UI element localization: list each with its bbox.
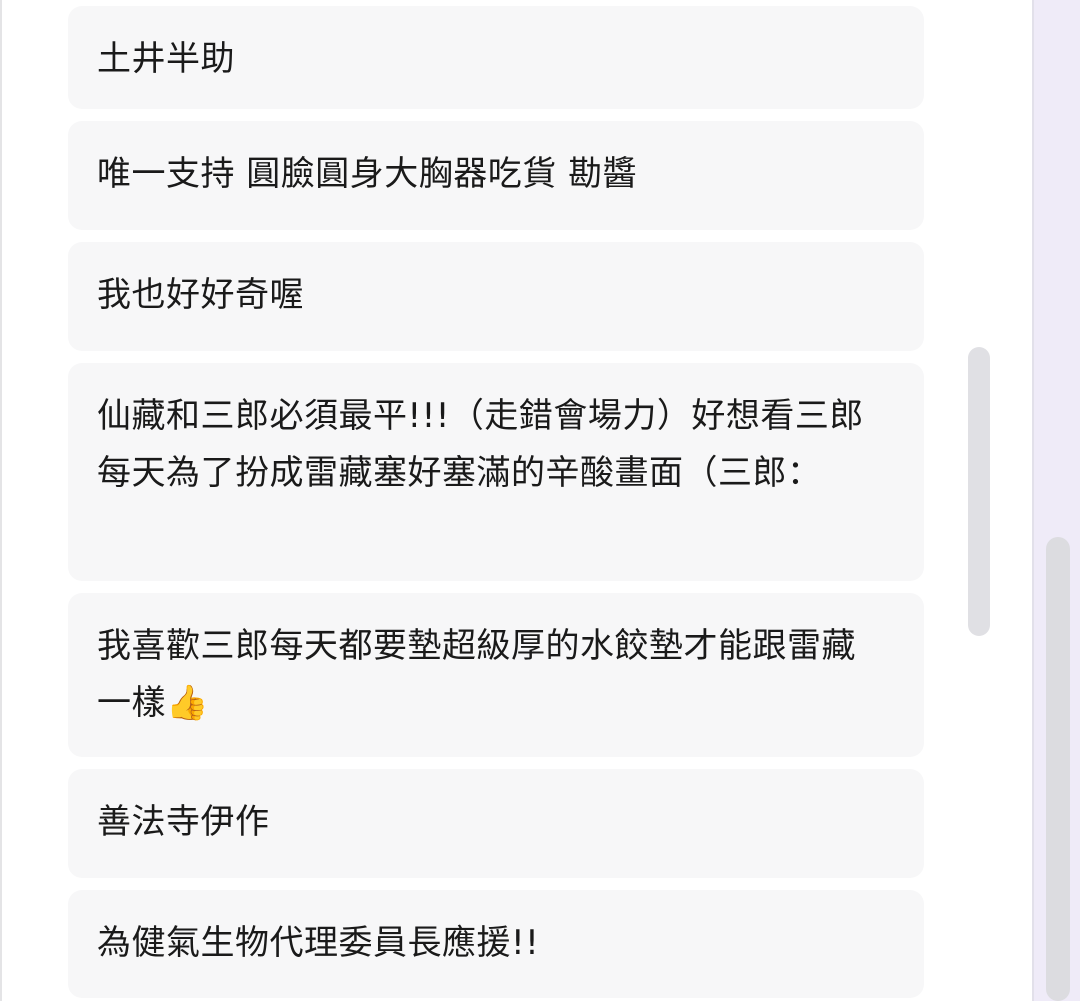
- left-edge-divider: [0, 0, 2, 1001]
- thumbs-up-icon: 👍: [166, 683, 209, 723]
- list-item[interactable]: 仙藏和三郎必須最平!!!（走錯會場力）好想看三郎每天為了扮成雷藏塞好塞滿的辛酸畫…: [68, 363, 924, 581]
- comment-list-screen: 土井半助 唯一支持 圓臉圓身大胸器吃貨 勘醬 我也好好奇喔 仙藏和三郎必須最平!…: [0, 0, 1080, 1001]
- list-item-text: 唯一支持 圓臉圓身大胸器吃貨 勘醬: [97, 154, 638, 194]
- list-scrollbar-thumb[interactable]: [968, 347, 990, 636]
- list-item[interactable]: 為健氣生物代理委員長應援!!: [68, 890, 924, 998]
- list-item-text: 土井半助: [97, 39, 235, 79]
- list-item[interactable]: 唯一支持 圓臉圓身大胸器吃貨 勘醬: [68, 121, 924, 230]
- list-item[interactable]: 善法寺伊作: [68, 769, 924, 878]
- list-item-text-body: 我喜歡三郎每天都要墊超級厚的水餃墊才能跟雷藏一樣: [97, 626, 856, 723]
- page-scrollbar-thumb[interactable]: [1046, 537, 1070, 1001]
- list-item[interactable]: 土井半助: [68, 6, 924, 109]
- list-item[interactable]: 我也好好奇喔: [68, 242, 924, 351]
- list-item-text: 我也好好奇喔: [97, 275, 304, 315]
- list-item-text: 為健氣生物代理委員長應援!!: [97, 923, 540, 963]
- list-item-text: 善法寺伊作: [97, 802, 270, 842]
- list-item-text: 仙藏和三郎必須最平!!!（走錯會場力）好想看三郎每天為了扮成雷藏塞好塞滿的辛酸畫…: [97, 396, 864, 493]
- list-item-text: 我喜歡三郎每天都要墊超級厚的水餃墊才能跟雷藏一樣👍: [97, 618, 882, 732]
- list-item[interactable]: 我喜歡三郎每天都要墊超級厚的水餃墊才能跟雷藏一樣👍: [68, 593, 924, 757]
